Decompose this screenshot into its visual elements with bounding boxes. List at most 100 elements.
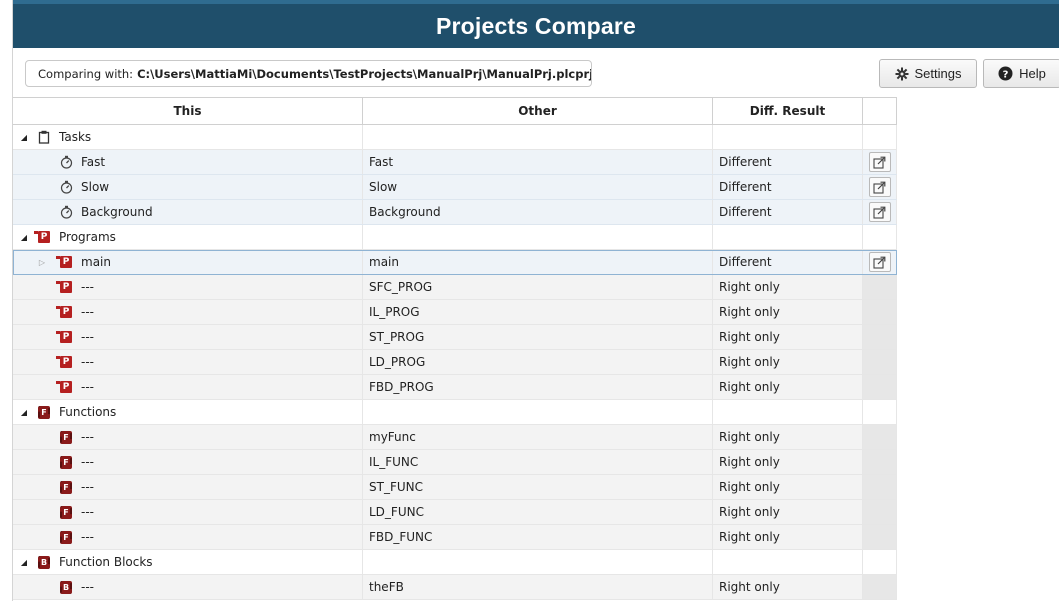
- cell-actions: [863, 325, 897, 349]
- cell-this-label: Programs: [59, 230, 116, 244]
- collapse-triangle-icon[interactable]: ◢: [19, 133, 29, 142]
- program-icon: P: [34, 229, 53, 245]
- program-icon: P: [56, 279, 75, 295]
- cell-diff-result: Right only: [713, 300, 863, 324]
- grid-body: ◢ Tasks Fast Fast Different Slow Slow Different…: [13, 125, 897, 600]
- help-button[interactable]: ? Help: [983, 59, 1059, 88]
- table-row[interactable]: P --- IL_PROG Right only: [13, 300, 897, 325]
- table-row[interactable]: F --- ST_FUNC Right only: [13, 475, 897, 500]
- open-diff-button[interactable]: [868, 152, 891, 172]
- collapse-triangle-icon[interactable]: ◢: [19, 558, 29, 567]
- table-row[interactable]: Background Background Different: [13, 200, 897, 225]
- settings-button[interactable]: Settings: [879, 59, 977, 88]
- gear-icon: [895, 67, 909, 81]
- table-row[interactable]: F --- myFunc Right only: [13, 425, 897, 450]
- open-diff-button[interactable]: [868, 177, 891, 197]
- cell-this-label: Functions: [59, 405, 117, 419]
- cell-other: Fast: [363, 150, 713, 174]
- cell-diff-result: Right only: [713, 475, 863, 499]
- cell-diff-result: Right only: [713, 525, 863, 549]
- cell-this: F ---: [13, 425, 363, 449]
- cell-actions: [863, 275, 897, 299]
- header-actions: [863, 98, 897, 124]
- cell-this-label: ---: [81, 305, 94, 319]
- table-row[interactable]: B --- theFB Right only: [13, 575, 897, 600]
- cell-diff-result: Different: [713, 150, 863, 174]
- clipboard-icon: [35, 129, 53, 145]
- cell-this: P ---: [13, 375, 363, 399]
- group-row[interactable]: ◢ Tasks: [13, 125, 897, 150]
- cell-diff-result: [713, 400, 863, 424]
- program-icon: P: [56, 304, 75, 320]
- cell-diff-result: Different: [713, 200, 863, 224]
- program-icon: P: [56, 354, 75, 370]
- table-row[interactable]: P --- FBD_PROG Right only: [13, 375, 897, 400]
- cell-actions: [863, 375, 897, 399]
- program-icon: P: [56, 254, 75, 270]
- cell-actions: [863, 250, 897, 274]
- cell-other: LD_PROG: [363, 350, 713, 374]
- group-row[interactable]: ◢ B Function Blocks: [13, 550, 897, 575]
- window-left-edge: [0, 0, 13, 601]
- stopwatch-icon: [57, 179, 75, 195]
- table-row[interactable]: F --- IL_FUNC Right only: [13, 450, 897, 475]
- cell-diff-result: Right only: [713, 350, 863, 374]
- table-row[interactable]: ▷ Pmain main Different: [13, 250, 897, 275]
- collapse-triangle-icon[interactable]: ◢: [19, 233, 29, 242]
- cell-actions: [863, 475, 897, 499]
- cell-this-label: ---: [81, 480, 94, 494]
- group-row[interactable]: ◢ P Programs: [13, 225, 897, 250]
- table-row[interactable]: P --- LD_PROG Right only: [13, 350, 897, 375]
- collapse-triangle-icon[interactable]: ◢: [19, 408, 29, 417]
- cell-this: ▷ Pmain: [13, 250, 363, 274]
- cell-other: SFC_PROG: [363, 275, 713, 299]
- expand-triangle-icon[interactable]: ▷: [37, 258, 47, 267]
- cell-diff-result: [713, 225, 863, 249]
- settings-label: Settings: [914, 66, 962, 81]
- open-external-icon: [873, 181, 886, 194]
- open-diff-button[interactable]: [868, 252, 891, 272]
- cell-other: ST_PROG: [363, 325, 713, 349]
- cell-actions: [863, 450, 897, 474]
- cell-other: [363, 225, 713, 249]
- cell-diff-result: [713, 550, 863, 574]
- cell-other: ST_FUNC: [363, 475, 713, 499]
- cell-diff-result: Right only: [713, 575, 863, 599]
- table-row[interactable]: Fast Fast Different: [13, 150, 897, 175]
- svg-text:?: ?: [1003, 69, 1009, 80]
- cell-diff-result: Right only: [713, 500, 863, 524]
- table-row[interactable]: P --- SFC_PROG Right only: [13, 275, 897, 300]
- cell-diff-result: Right only: [713, 375, 863, 399]
- header-this[interactable]: This: [13, 98, 363, 124]
- open-diff-button[interactable]: [868, 202, 891, 222]
- cell-this-label: ---: [81, 530, 94, 544]
- cell-actions: [863, 500, 897, 524]
- title-bar: Projects Compare: [13, 0, 1059, 48]
- function-icon: F: [57, 479, 75, 495]
- cell-actions: [863, 425, 897, 449]
- window-title: Projects Compare: [435, 12, 637, 39]
- header-other[interactable]: Other: [363, 98, 713, 124]
- table-row[interactable]: P --- ST_PROG Right only: [13, 325, 897, 350]
- table-row[interactable]: Slow Slow Different: [13, 175, 897, 200]
- cell-this-label: Function Blocks: [59, 555, 153, 569]
- table-row[interactable]: F --- FBD_FUNC Right only: [13, 525, 897, 550]
- cell-other: main: [363, 250, 713, 274]
- function-icon: F: [57, 529, 75, 545]
- cell-other: Background: [363, 200, 713, 224]
- cell-other: Slow: [363, 175, 713, 199]
- function-icon: F: [57, 454, 75, 470]
- cell-other: FBD_PROG: [363, 375, 713, 399]
- group-row[interactable]: ◢ F Functions: [13, 400, 897, 425]
- cell-actions: [863, 300, 897, 324]
- cell-other: IL_FUNC: [363, 450, 713, 474]
- cell-this: Slow: [13, 175, 363, 199]
- cell-this-label: ---: [81, 430, 94, 444]
- table-row[interactable]: F --- LD_FUNC Right only: [13, 500, 897, 525]
- cell-this: Background: [13, 200, 363, 224]
- cell-this-label: ---: [81, 580, 94, 594]
- cell-other: FBD_FUNC: [363, 525, 713, 549]
- function-icon: F: [57, 504, 75, 520]
- comparing-with-field: Comparing with: C:\Users\MattiaMi\Docume…: [25, 60, 592, 87]
- header-diff-result[interactable]: Diff. Result: [713, 98, 863, 124]
